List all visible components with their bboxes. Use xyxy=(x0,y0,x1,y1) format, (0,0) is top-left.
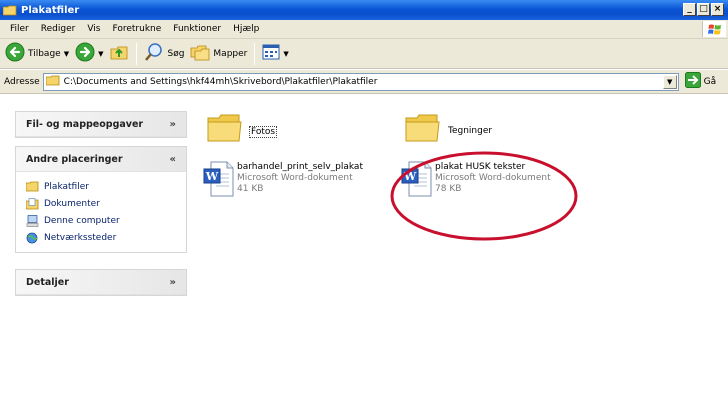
search-icon xyxy=(144,42,164,65)
file-tasks-header[interactable]: Fil- og mappeopgaver » xyxy=(16,112,186,137)
file-details: barhandel_print_selv_plakat Microsoft Wo… xyxy=(237,161,363,195)
address-path: C:\Documents and Settings\hkf44mh\Skrive… xyxy=(63,76,378,87)
go-label: Gå xyxy=(703,76,717,87)
chevron-down-icon: ▼ xyxy=(666,77,673,86)
search-label: Søg xyxy=(167,48,185,59)
file-type: Microsoft Word-dokument xyxy=(237,173,353,183)
collapse-chevron-icon[interactable]: « xyxy=(170,154,176,165)
link-denne-computer-label: Denne computer xyxy=(44,215,120,226)
link-netvaerkssteder[interactable]: Netværkssteder xyxy=(26,229,176,246)
file-tasks-title: Fil- og mappeopgaver xyxy=(26,118,144,130)
link-dokumenter-label: Dokumenter xyxy=(44,198,100,209)
close-button[interactable]: × xyxy=(711,3,724,16)
folder-name: Tegninger xyxy=(448,126,493,136)
folder-item-fotos[interactable]: Fotos xyxy=(207,112,278,143)
menu-vis[interactable]: Vis xyxy=(81,24,106,34)
file-type: Microsoft Word-dokument xyxy=(435,173,551,183)
folders-button[interactable]: Mapper xyxy=(187,41,250,67)
up-folder-icon xyxy=(109,42,129,65)
back-label: Tilbage xyxy=(28,48,61,59)
folders-label: Mapper xyxy=(213,48,248,59)
details-panel: Detaljer » xyxy=(15,269,187,296)
maximize-icon: □ xyxy=(699,4,708,14)
views-button[interactable]: ▼ xyxy=(259,41,291,67)
other-places-panel: Andre placeringer « Plakatfiler Dokument… xyxy=(15,146,187,253)
expand-chevron-icon[interactable]: » xyxy=(170,119,176,130)
task-pane: Fil- og mappeopgaver » Andre placeringer… xyxy=(0,95,195,409)
main-area: Fil- og mappeopgaver » Andre placeringer… xyxy=(0,95,728,409)
folder-icon xyxy=(45,75,60,89)
folder-name: Fotos xyxy=(249,126,278,138)
back-button[interactable]: Tilbage ▼ xyxy=(2,41,72,67)
chevron-down-icon[interactable]: ▼ xyxy=(98,50,103,58)
chevron-down-icon[interactable]: ▼ xyxy=(283,50,288,58)
search-button[interactable]: Søg xyxy=(141,41,187,67)
address-bar: Adresse C:\Documents and Settings\hkf44m… xyxy=(0,70,728,94)
file-item-barhandel[interactable]: W barhandel_print_selv_plakat Microsoft … xyxy=(203,160,363,200)
details-title: Detaljer xyxy=(26,276,69,288)
file-size: 41 KB xyxy=(237,184,264,194)
word-document-icon: W xyxy=(401,160,433,200)
window-controls: _ □ × xyxy=(683,3,724,16)
network-places-icon xyxy=(26,232,39,244)
word-document-icon: W xyxy=(203,160,235,200)
file-view: Fotos Tegninger W barhandel_print_selv_p… xyxy=(195,95,728,409)
window-title: Plakatfiler xyxy=(21,4,80,16)
folder-icon xyxy=(2,5,17,16)
menu-bar: Filer Rediger Vis Foretrukne Funktioner … xyxy=(0,20,728,39)
toolbar-divider xyxy=(136,42,138,65)
close-icon: × xyxy=(713,4,722,14)
link-netvaerkssteder-label: Netværkssteder xyxy=(44,232,117,243)
folder-icon xyxy=(405,112,441,143)
other-places-body: Plakatfiler Dokumenter Denne computer Ne… xyxy=(16,172,186,252)
title-bar: Plakatfiler _ □ × xyxy=(0,0,728,20)
file-tasks-panel: Fil- og mappeopgaver » xyxy=(15,111,187,138)
folders-icon xyxy=(190,42,210,65)
views-icon xyxy=(262,44,280,63)
expand-chevron-icon[interactable]: » xyxy=(170,277,176,288)
file-name: barhandel_print_selv_plakat xyxy=(237,162,363,172)
svg-text:W: W xyxy=(403,170,417,183)
menu-rediger[interactable]: Rediger xyxy=(35,24,82,34)
minimize-button[interactable]: _ xyxy=(683,3,696,16)
folder-icon xyxy=(25,181,39,193)
other-places-header[interactable]: Andre placeringer « xyxy=(16,147,186,172)
minimize-icon: _ xyxy=(687,4,692,14)
folder-icon xyxy=(207,112,243,143)
go-button[interactable]: Gå xyxy=(684,72,717,91)
toolbar: Tilbage ▼ ▼ Søg Mapper ▼ xyxy=(0,39,728,69)
back-arrow-icon xyxy=(5,42,25,65)
up-folder-button[interactable] xyxy=(106,41,132,67)
forward-arrow-icon xyxy=(75,42,95,65)
link-denne-computer[interactable]: Denne computer xyxy=(26,212,176,229)
windows-logo-icon xyxy=(702,21,726,37)
forward-button[interactable]: ▼ xyxy=(72,41,106,67)
menu-funktioner[interactable]: Funktioner xyxy=(167,24,227,34)
file-size: 78 KB xyxy=(435,184,462,194)
folder-item-tegninger[interactable]: Tegninger xyxy=(405,112,493,143)
address-label: Adresse xyxy=(4,76,40,87)
svg-text:W: W xyxy=(205,170,219,183)
computer-icon xyxy=(26,214,39,227)
toolbar-divider xyxy=(254,42,256,65)
chevron-down-icon[interactable]: ▼ xyxy=(64,50,69,58)
details-header[interactable]: Detaljer » xyxy=(16,270,186,295)
go-arrow-icon xyxy=(684,72,701,91)
link-plakatfiler[interactable]: Plakatfiler xyxy=(25,178,176,195)
other-places-title: Andre placeringer xyxy=(26,153,123,165)
menu-foretrukne[interactable]: Foretrukne xyxy=(106,24,167,34)
menu-filer[interactable]: Filer xyxy=(4,24,35,34)
file-details: plakat HUSK tekster Microsoft Word-dokum… xyxy=(435,161,551,195)
file-name: plakat HUSK tekster xyxy=(435,162,526,172)
link-plakatfiler-label: Plakatfiler xyxy=(44,181,89,192)
menu-hjaelp[interactable]: Hjælp xyxy=(227,24,265,34)
address-field[interactable]: C:\Documents and Settings\hkf44mh\Skrive… xyxy=(42,72,679,91)
file-item-plakat-husk[interactable]: W plakat HUSK tekster Microsoft Word-dok… xyxy=(401,160,551,200)
maximize-button[interactable]: □ xyxy=(697,3,710,16)
address-dropdown-button[interactable]: ▼ xyxy=(662,74,677,89)
documents-folder-icon xyxy=(25,197,39,210)
link-dokumenter[interactable]: Dokumenter xyxy=(25,195,176,212)
